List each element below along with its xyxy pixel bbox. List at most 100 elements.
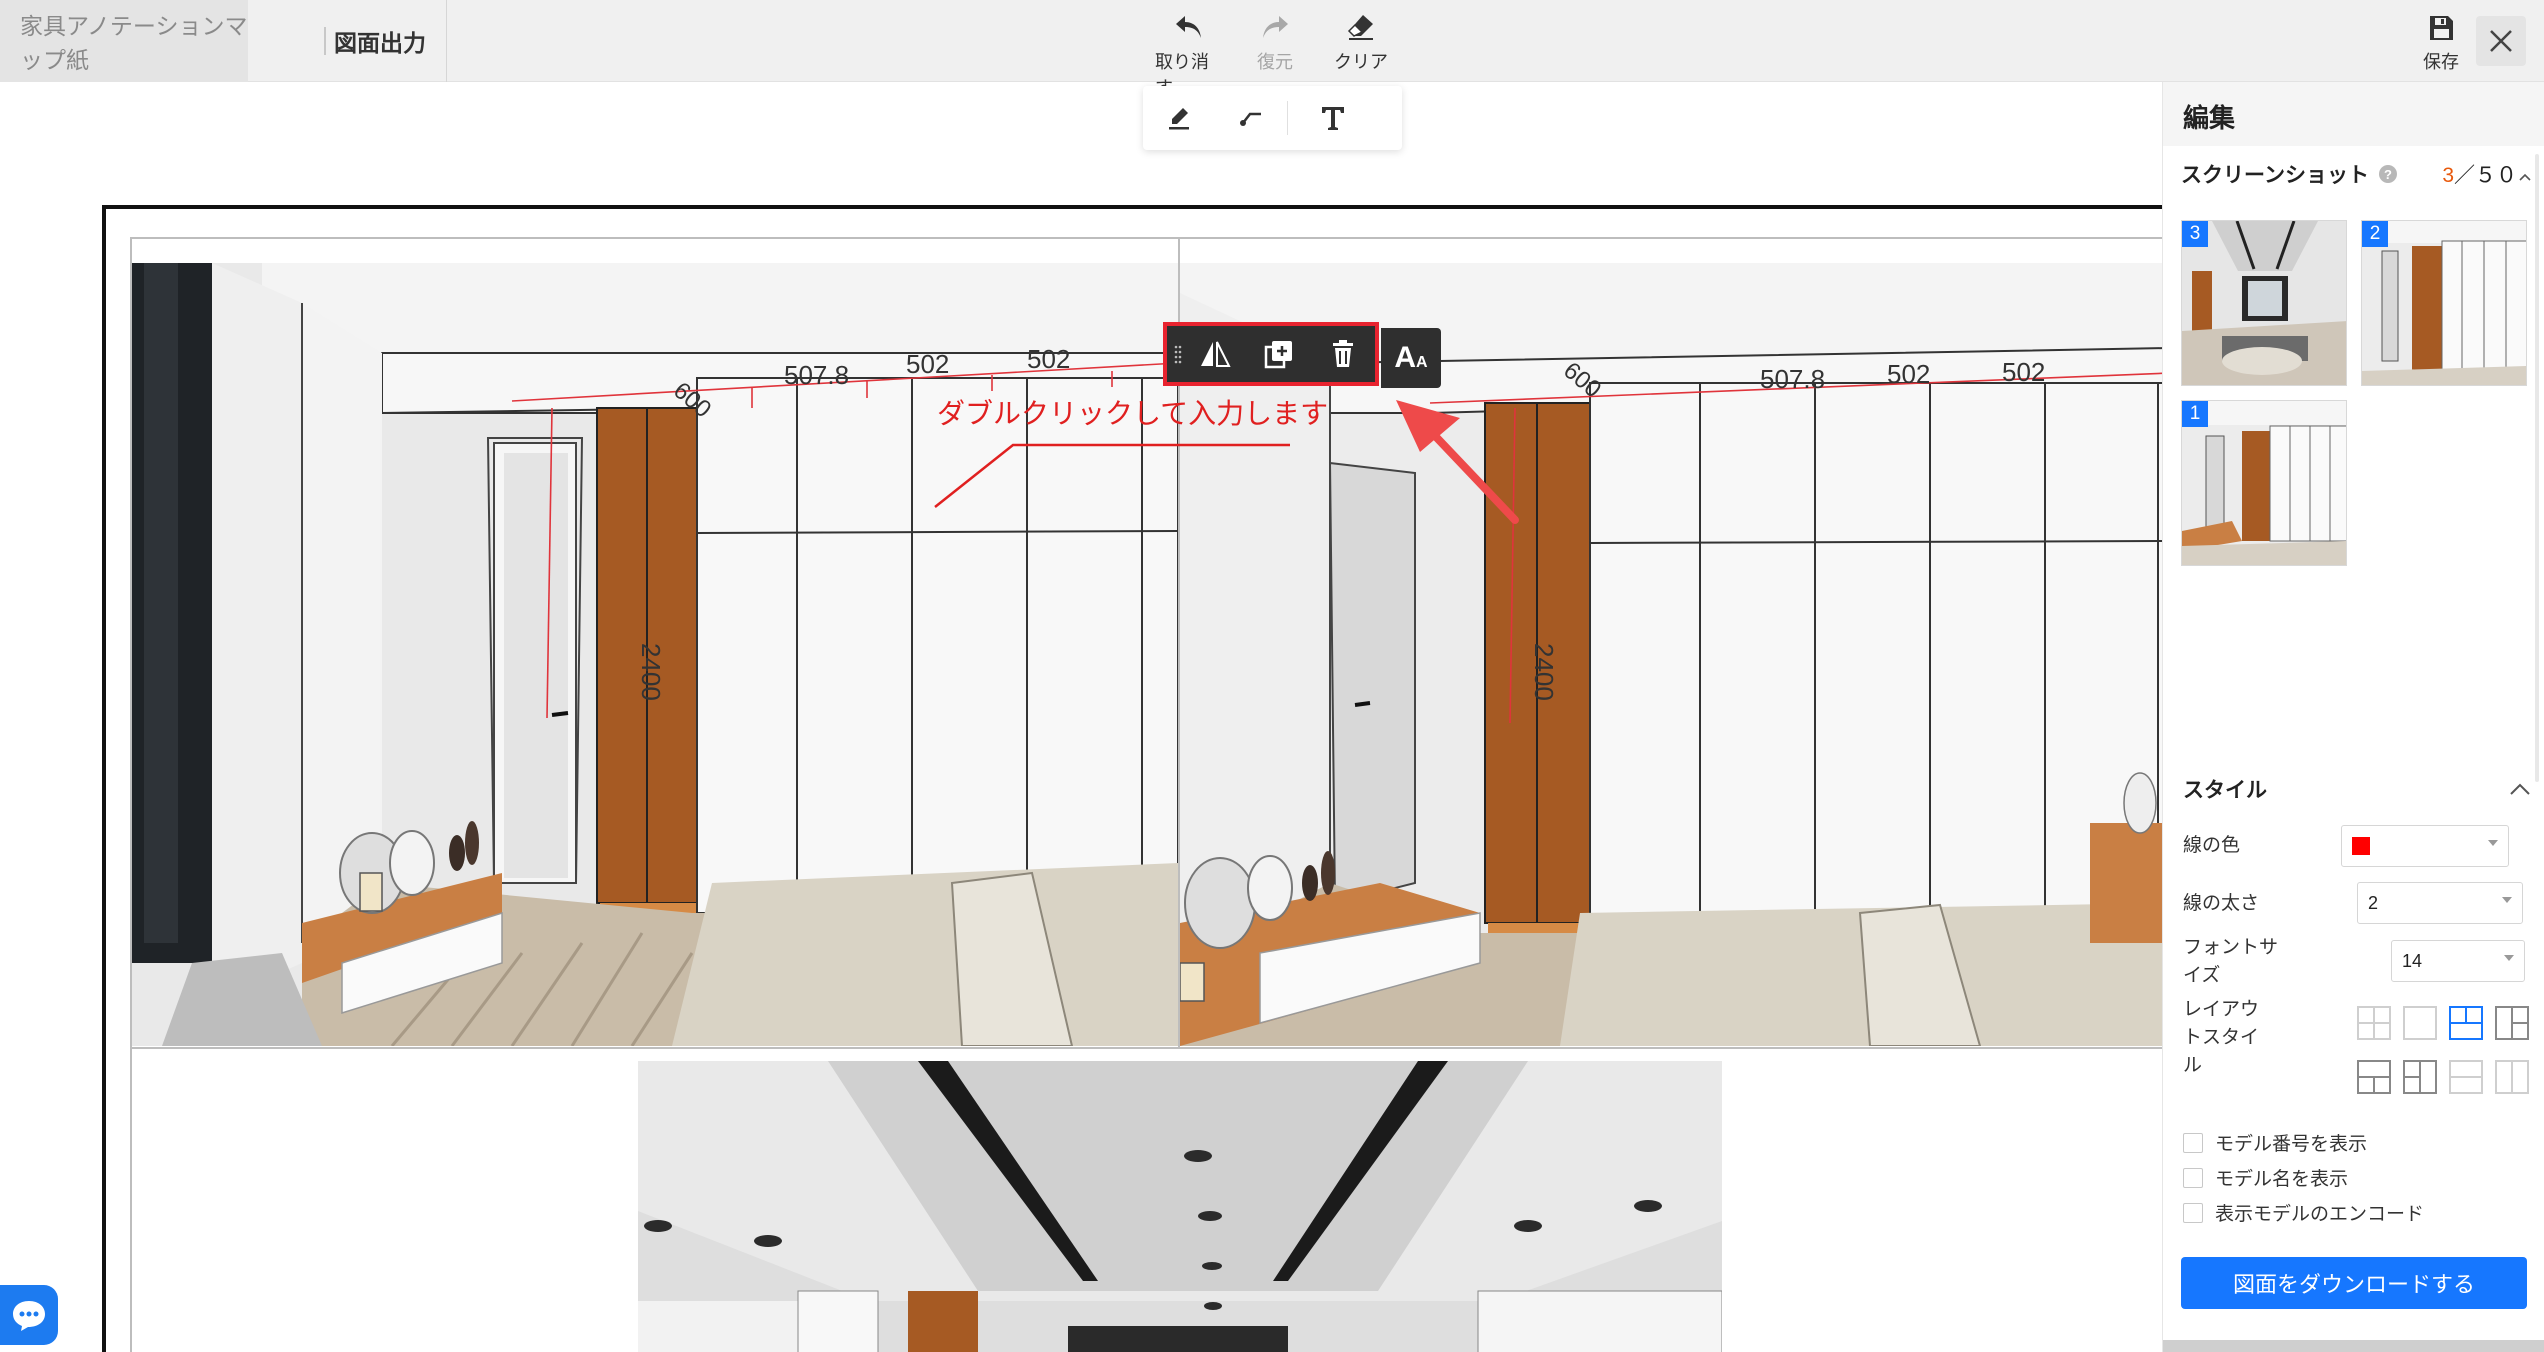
encode-model-checkbox[interactable]: 表示モデルのエンコード — [2183, 1199, 2424, 1226]
checkbox-box[interactable] — [2183, 1132, 2203, 1153]
screenshots-label: スクリーンショット — [2181, 164, 2369, 187]
font-size-value: 14 — [2402, 950, 2423, 971]
screenshot-thumbnail-2[interactable]: 2 — [2361, 220, 2527, 386]
checkbox-box[interactable] — [2183, 1202, 2203, 1223]
font-icon-small: A — [1416, 354, 1428, 371]
chat-icon — [13, 1301, 45, 1331]
layout-style-label-line: ル — [2183, 1055, 2203, 1076]
chevron-up-icon — [2510, 783, 2530, 795]
dim-label: 507.8 — [784, 360, 849, 390]
undo-icon — [1176, 16, 1201, 38]
help-icon[interactable]: ? — [2378, 165, 2397, 183]
dim-label: 502 — [1027, 344, 1070, 374]
dim-label: 502 — [906, 349, 949, 379]
breadcrumb-current: 図面出力 — [334, 30, 426, 56]
drawing-canvas[interactable]: 507.8 502 502 600 2400 507.8 502 502 600… — [102, 205, 2162, 1352]
edit-panel: 編集 スクリーンショット ? 3／５０ 3 2 1 スタイル 線の色 線の太さ … — [2162, 82, 2544, 1352]
redo-icon — [1263, 16, 1288, 38]
thumbnail-scrollbar[interactable] — [2535, 154, 2539, 782]
screenshot-thumbnail-3[interactable]: 3 — [2181, 220, 2347, 386]
header-divider — [446, 0, 447, 82]
color-swatch — [2352, 837, 2370, 855]
flip-button[interactable] — [1183, 326, 1247, 382]
text-icon — [1322, 107, 1344, 130]
close-icon — [2490, 30, 2512, 52]
layout-option-vertical-split[interactable] — [2495, 1060, 2529, 1094]
screenshot-count-current: 3 — [2442, 164, 2454, 187]
close-button[interactable] — [2476, 16, 2526, 66]
thumbnail-badge: 3 — [2182, 221, 2208, 247]
checkbox-label: 表示モデルのエンコード — [2215, 1204, 2425, 1225]
download-drawing-button[interactable]: 図面をダウンロードする — [2181, 1257, 2527, 1309]
screenshot-count[interactable]: 3／５０ — [2442, 159, 2531, 189]
font-size-label-line: イズ — [2183, 965, 2221, 986]
duplicate-button[interactable] — [1247, 326, 1311, 382]
layout-option-horizontal-split[interactable] — [2449, 1060, 2483, 1094]
chevron-down-icon — [2502, 897, 2512, 903]
layout-option-grid-4[interactable] — [2357, 1006, 2391, 1040]
line-color-select[interactable] — [2341, 825, 2509, 867]
font-size-label: フォントサ イズ — [2183, 934, 2278, 990]
style-label: スタイル — [2183, 779, 2267, 802]
dim-label: 2400 — [636, 643, 666, 701]
layout-option-two-plus-one[interactable] — [2403, 1060, 2437, 1094]
save-icon — [2430, 16, 2453, 40]
line-tool-button[interactable] — [1215, 86, 1287, 150]
drag-handle-icon[interactable] — [1173, 342, 1183, 366]
line-width-value: 2 — [2368, 892, 2379, 913]
row-divider — [132, 1047, 2162, 1049]
chevron-down-icon — [2488, 840, 2498, 846]
thumbnail-badge: 1 — [2182, 401, 2208, 427]
text-tool-button[interactable] — [1288, 86, 1378, 150]
panel-bottom-strip — [2163, 1340, 2544, 1352]
chevron-up-icon — [2519, 173, 2531, 181]
save-button[interactable]: 保存 — [2416, 14, 2466, 74]
top-header: 家具アノテーションマップ紙 図面出力 取り消す 復元 クリア 保存 — [0, 0, 2544, 98]
show-model-name-checkbox[interactable]: モデル名を表示 — [2183, 1164, 2348, 1191]
font-size-button[interactable]: AA — [1381, 328, 1441, 388]
annotation-text[interactable]: ダブルクリックして入力します — [937, 392, 1328, 432]
panel-title: 編集 — [2183, 103, 2236, 133]
checkbox-box[interactable] — [2183, 1167, 2203, 1188]
dim-label: 507.8 — [1760, 364, 1825, 394]
show-model-number-checkbox[interactable]: モデル番号を表示 — [2183, 1129, 2367, 1156]
save-label: 保存 — [2423, 52, 2459, 72]
breadcrumb: 家具アノテーションマップ紙 図面出力 — [0, 0, 426, 82]
line-color-label: 線の色 — [2183, 835, 2241, 856]
selection-toolbar — [1163, 322, 1379, 386]
room-screenshot-bottom[interactable] — [638, 1061, 1722, 1352]
layout-option-two-over-one[interactable] — [2449, 1006, 2483, 1040]
checkbox-label: モデル番号を表示 — [2215, 1134, 2368, 1155]
breadcrumb-separator — [324, 27, 326, 55]
line-icon — [1240, 112, 1261, 126]
layout-style-label: レイアウ トスタイル — [2183, 996, 2259, 1080]
screenshot-thumbnail-1[interactable]: 1 — [2181, 400, 2347, 566]
clear-label: クリア — [1334, 52, 1388, 72]
breadcrumb-prev[interactable]: 家具アノテーションマップ紙 — [0, 0, 248, 82]
pen-tool-button[interactable] — [1143, 86, 1215, 150]
dim-label: 502 — [1887, 359, 1930, 389]
style-section-header[interactable]: スタイル — [2183, 774, 2531, 804]
dim-label: 2400 — [1529, 643, 1559, 701]
font-icon-large: A — [1394, 341, 1417, 374]
layout-option-one-over-two[interactable] — [2357, 1060, 2391, 1094]
font-size-label-line: フォントサ — [2183, 937, 2279, 958]
duplicate-icon — [1264, 341, 1292, 369]
layout-style-label-line: トスタイ — [2183, 1027, 2260, 1048]
pen-icon — [1169, 108, 1189, 130]
dim-label: 502 — [2002, 357, 2045, 387]
line-width-label: 線の太さ — [2183, 893, 2260, 914]
delete-button[interactable] — [1311, 326, 1375, 382]
eraser-icon — [1347, 15, 1373, 40]
layout-option-single[interactable] — [2403, 1006, 2437, 1040]
screenshot-count-total: ５０ — [2475, 164, 2517, 187]
layout-option-one-plus-two[interactable] — [2495, 1006, 2529, 1040]
room-screenshot-left[interactable]: 507.8 502 502 600 2400 — [132, 263, 1178, 1046]
line-width-select[interactable]: 2 — [2357, 882, 2523, 924]
font-size-select[interactable]: 14 — [2391, 940, 2525, 982]
thumbnail-badge: 2 — [2362, 221, 2388, 247]
flip-icon — [1201, 341, 1231, 367]
checkbox-label: モデル名を表示 — [2215, 1169, 2349, 1190]
layout-style-label-line: レイアウ — [2183, 999, 2260, 1020]
chat-support-button[interactable] — [0, 1285, 58, 1345]
